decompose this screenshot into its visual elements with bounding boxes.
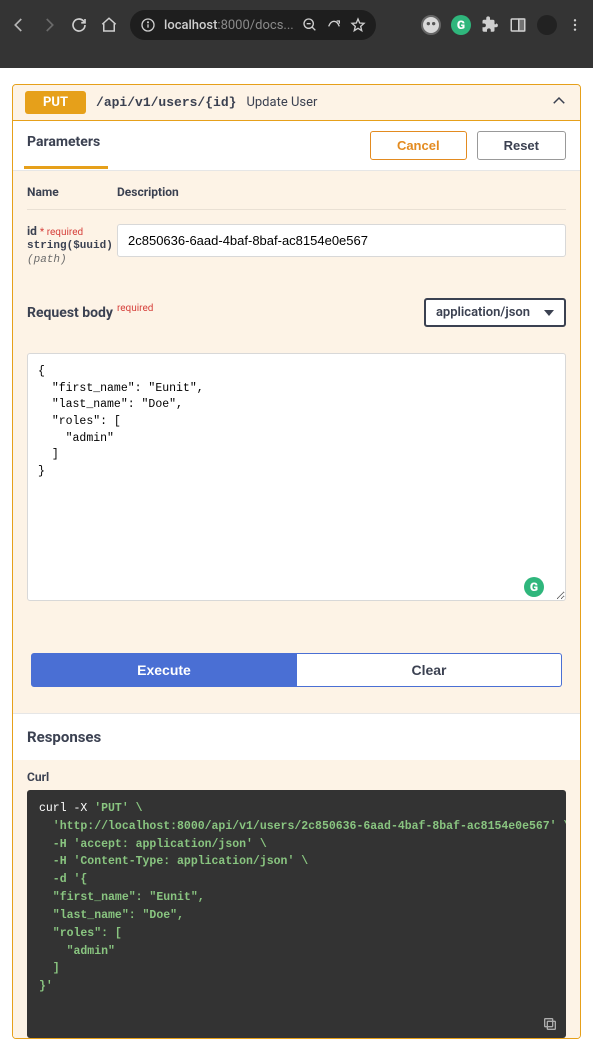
copy-icon[interactable] <box>542 1016 558 1032</box>
parameters-header: Parameters Cancel Reset <box>13 121 580 171</box>
zoom-icon[interactable] <box>302 17 318 33</box>
param-row-id: id * required string($uuid) (path) <box>27 224 566 284</box>
method-badge: PUT <box>25 91 86 114</box>
endpoint-summary: Update User <box>246 95 317 110</box>
clear-button[interactable]: Clear <box>297 653 562 687</box>
browser-chrome: localhost:8000/docs... G <box>0 0 593 68</box>
col-description: Description <box>117 185 179 199</box>
curl-output: curl -X 'PUT' \ 'http://localhost:8000/a… <box>27 790 566 1038</box>
url-bar[interactable]: localhost:8000/docs... <box>130 10 376 40</box>
menu-icon[interactable] <box>567 17 583 33</box>
reset-button[interactable]: Reset <box>477 131 566 160</box>
param-columns: Name Description <box>27 185 566 210</box>
execute-button[interactable]: Execute <box>31 653 297 687</box>
request-body-textarea[interactable]: { "first_name": "Eunit", "last_name": "D… <box>27 353 566 601</box>
extensions-icon[interactable] <box>481 16 499 34</box>
avatar-ext-icon[interactable] <box>421 15 441 35</box>
request-body-title: Request body <box>27 305 113 321</box>
operation-card: PUT /api/v1/users/{id} Update User Param… <box>12 84 581 1039</box>
responses-section: Responses Curl curl -X 'PUT' \ 'http://l… <box>13 713 580 1038</box>
browser-toolbar: localhost:8000/docs... G <box>10 0 583 40</box>
extension-tray: G <box>421 15 583 35</box>
curl-section: Curl curl -X 'PUT' \ 'http://localhost:8… <box>13 760 580 1038</box>
back-icon[interactable] <box>10 16 28 34</box>
cancel-button[interactable]: Cancel <box>370 131 467 160</box>
operation-body: Parameters Cancel Reset Name Description… <box>13 121 580 1038</box>
panel-icon[interactable] <box>509 16 527 34</box>
grammarly-float-icon[interactable]: G <box>524 577 544 597</box>
collapse-icon[interactable] <box>550 92 568 114</box>
curl-label: Curl <box>27 770 566 784</box>
request-body-required: required <box>117 303 153 314</box>
parameters-section: Name Description id * required string($u… <box>13 171 580 713</box>
url-text: localhost:8000/docs... <box>164 18 294 33</box>
info-icon <box>140 17 156 33</box>
endpoint-path: /api/v1/users/{id} <box>96 95 236 110</box>
reload-icon[interactable] <box>70 16 88 34</box>
page-content: PUT /api/v1/users/{id} Update User Param… <box>0 68 593 1039</box>
content-type-select[interactable]: application/json <box>424 298 566 327</box>
star-icon[interactable] <box>350 17 366 33</box>
parameters-tab[interactable]: Parameters <box>27 134 100 158</box>
param-meta: id * required string($uuid) (path) <box>27 224 117 266</box>
responses-title: Responses <box>13 714 580 760</box>
request-body-header: Request body required application/json <box>27 284 566 341</box>
col-name: Name <box>27 185 117 199</box>
grammarly-ext-icon[interactable]: G <box>451 15 471 35</box>
profile-avatar-icon[interactable] <box>537 15 557 35</box>
param-id-input[interactable] <box>117 224 566 257</box>
operation-header[interactable]: PUT /api/v1/users/{id} Update User <box>13 85 580 121</box>
forward-icon[interactable] <box>40 16 58 34</box>
share-icon[interactable] <box>326 17 342 33</box>
home-icon[interactable] <box>100 16 118 34</box>
